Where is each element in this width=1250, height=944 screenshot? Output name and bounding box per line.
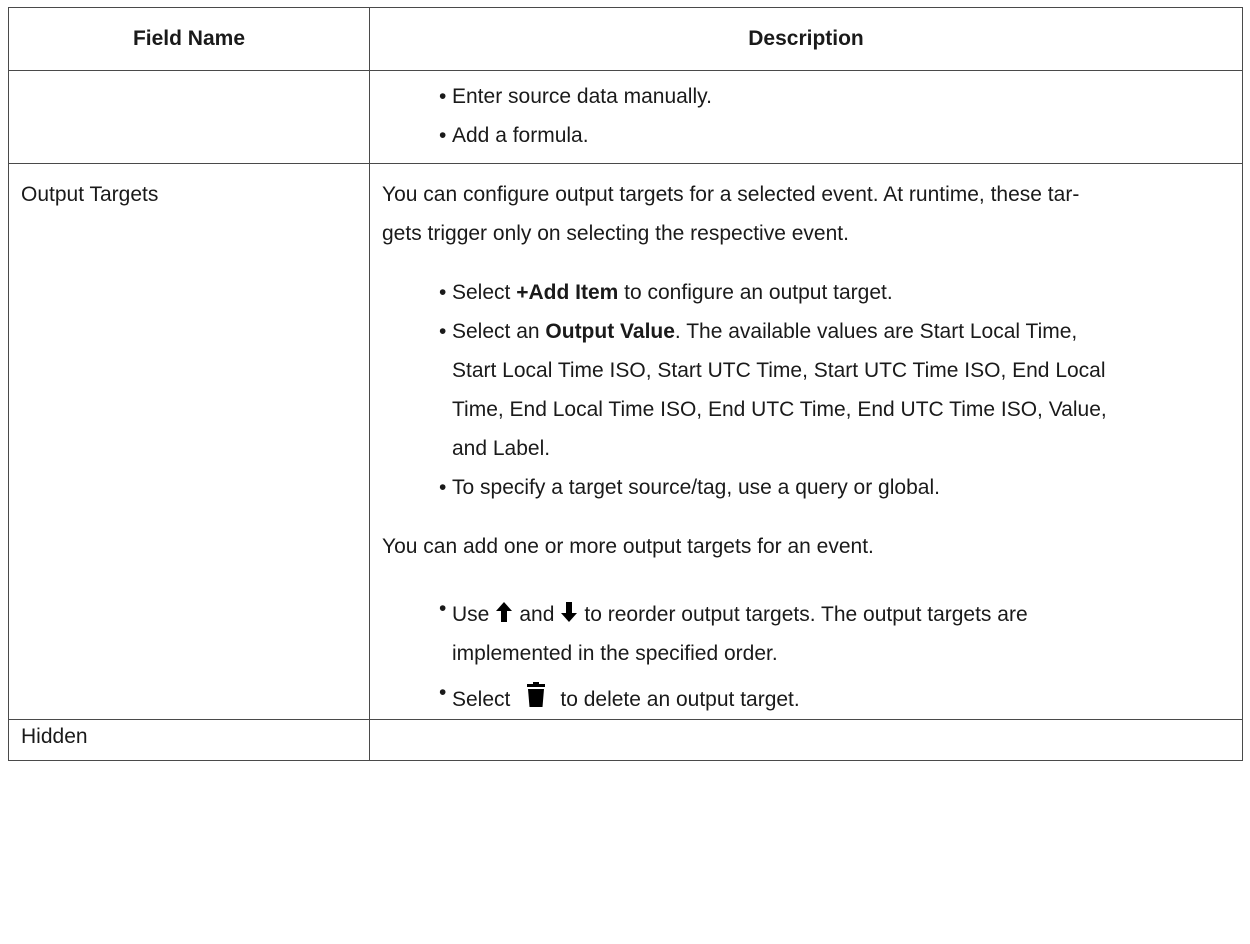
middle-text: You can add one or more output targets f… xyxy=(382,535,874,558)
hidden-field-label: Hidden xyxy=(21,725,88,748)
reorder-bullet-list: Use and to reorder output targets. The out… xyxy=(382,589,1230,719)
list-item: Use and to reorder output targets. The out… xyxy=(439,589,1230,673)
table-row-hidden: Hidden xyxy=(8,719,1243,761)
delete-post-text: to delete an output target. xyxy=(560,688,800,711)
intro-line-2: gets trigger only on selecting the respe… xyxy=(382,222,849,245)
field-description-table: Field Name Description Enter source data… xyxy=(8,7,1243,761)
continued-description-cell: Enter source data manually. Add a formul… xyxy=(369,70,1243,164)
table-row-continued: Enter source data manually. Add a formul… xyxy=(8,70,1243,164)
table-row-output-targets: Output Targets You can configure output … xyxy=(8,163,1243,720)
reorder-and-text: and xyxy=(519,603,555,626)
list-item: Select an Output Value. The available va… xyxy=(439,312,1230,468)
bullet1-post: to configure an output target. xyxy=(618,281,893,304)
bullet2-pre: Select an xyxy=(452,320,546,343)
list-item: Select to delete an output target. xyxy=(439,673,1230,719)
add-item-label: +Add Item xyxy=(516,281,619,304)
table-header-row: Field Name Description xyxy=(8,7,1243,71)
output-bullet-list: Select +Add Item to configure an output … xyxy=(382,273,1230,507)
reorder-use-text: Use xyxy=(452,603,490,626)
continued-field-cell xyxy=(8,70,370,164)
trash-icon xyxy=(526,682,546,708)
output-targets-field-label: Output Targets xyxy=(21,183,159,206)
output-targets-field-cell: Output Targets xyxy=(8,163,370,720)
output-value-label: Output Value xyxy=(545,320,675,343)
header-description: Description xyxy=(369,7,1243,71)
list-item: Select +Add Item to configure an output … xyxy=(439,273,1230,312)
bullet2-line4: and Label. xyxy=(452,437,551,460)
hidden-field-cell: Hidden xyxy=(8,719,370,761)
header-field-name: Field Name xyxy=(8,7,370,71)
reorder-line1-post: to reorder output targets. The output ta… xyxy=(584,603,1028,626)
bullet2-line3: Time, End Local Time ISO, End UTC Time, … xyxy=(452,398,1107,421)
reorder-line2: implemented in the specified order. xyxy=(452,642,778,665)
bullet1-pre: Select xyxy=(452,281,517,304)
arrow-down-icon xyxy=(560,601,578,623)
hidden-description-cell xyxy=(369,719,1243,761)
list-item: To specify a target source/tag, use a qu… xyxy=(439,468,1230,507)
list-item: Add a formula. xyxy=(439,116,1242,155)
arrow-up-icon xyxy=(495,601,513,623)
bullet2-line2: Start Local Time ISO, Start UTC Time, St… xyxy=(452,359,1106,382)
output-targets-description-cell: You can configure output targets for a s… xyxy=(369,163,1243,720)
bullet2-line1-post: . The available values are Start Local T… xyxy=(674,320,1078,343)
bullet3-text: To specify a target source/tag, use a qu… xyxy=(452,476,940,499)
intro-line-1: You can configure output targets for a s… xyxy=(382,183,1080,206)
list-item: Enter source data manually. xyxy=(439,77,1242,116)
continued-bullet-list: Enter source data manually. Add a formul… xyxy=(370,77,1242,155)
delete-select-text: Select xyxy=(452,688,511,711)
